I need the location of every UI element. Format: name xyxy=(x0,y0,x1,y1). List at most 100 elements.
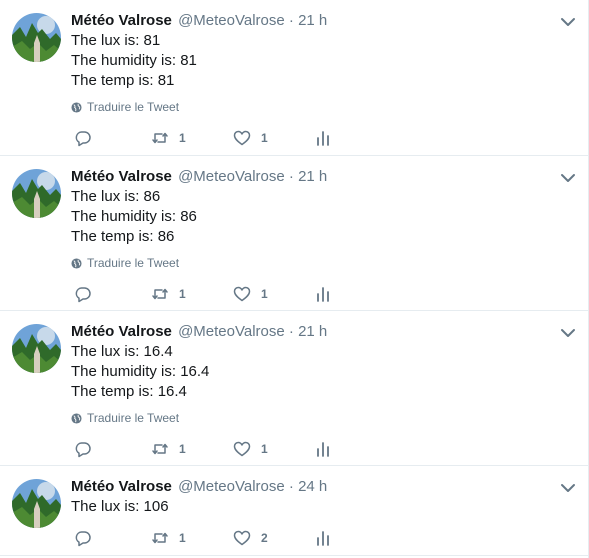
analytics-button[interactable] xyxy=(314,284,332,304)
author-name[interactable]: Météo Valrose xyxy=(71,12,172,29)
timestamp[interactable]: 21 h xyxy=(298,323,327,340)
like-button[interactable]: 2 xyxy=(233,528,268,548)
heart-icon xyxy=(233,130,251,146)
tweet-text-line: The humidity is: 86 xyxy=(71,208,197,225)
tweet[interactable]: Météo Valrose @MeteoValrose · 21 h The l… xyxy=(0,0,588,156)
chevron-down-icon[interactable] xyxy=(560,327,576,339)
tweet-text-line: The temp is: 16.4 xyxy=(71,383,187,400)
tweet[interactable]: Météo Valrose @MeteoValrose · 21 h The l… xyxy=(0,311,588,466)
analytics-button[interactable] xyxy=(314,528,332,548)
reply-icon xyxy=(75,131,91,147)
reply-icon xyxy=(75,287,91,303)
translate-label: Traduire le Tweet xyxy=(87,100,180,114)
retweet-button[interactable]: 1 xyxy=(151,128,186,148)
retweet-icon xyxy=(152,132,168,144)
analytics-button[interactable] xyxy=(314,128,332,148)
retweet-button[interactable]: 1 xyxy=(151,439,186,459)
avatar[interactable] xyxy=(12,324,61,373)
author-name[interactable]: Météo Valrose xyxy=(71,478,172,495)
reply-icon xyxy=(75,442,91,458)
tweet-text-line: The temp is: 86 xyxy=(71,228,175,245)
chevron-down-icon[interactable] xyxy=(560,172,576,184)
like-count: 1 xyxy=(261,287,268,301)
reply-button[interactable] xyxy=(74,439,92,459)
retweet-count: 1 xyxy=(179,287,186,301)
tweet-text: The lux is: 106 xyxy=(71,497,169,517)
reply-icon xyxy=(75,531,91,547)
chevron-down-icon[interactable] xyxy=(560,16,576,28)
tweet[interactable]: Météo Valrose @MeteoValrose · 21 h The l… xyxy=(0,156,588,311)
analytics-icon xyxy=(317,131,329,146)
author-handle[interactable]: @MeteoValrose xyxy=(178,168,285,185)
author-handle[interactable]: @MeteoValrose xyxy=(178,12,285,29)
avatar-image xyxy=(12,169,61,218)
tweet-text-line: The lux is: 106 xyxy=(71,498,169,515)
retweet-count: 1 xyxy=(179,131,186,145)
timestamp[interactable]: 24 h xyxy=(298,478,327,495)
translate-tweet-link[interactable]: Traduire le Tweet xyxy=(71,99,179,115)
like-count: 1 xyxy=(261,442,268,456)
tweet-header: Météo Valrose @MeteoValrose · 24 h xyxy=(71,477,327,497)
translate-tweet-link[interactable]: Traduire le Tweet xyxy=(71,410,179,426)
avatar-image xyxy=(12,13,61,62)
reply-button[interactable] xyxy=(74,528,92,548)
separator: · xyxy=(288,323,294,340)
author-handle[interactable]: @MeteoValrose xyxy=(178,478,285,495)
retweet-count: 1 xyxy=(179,442,186,456)
tweet-text-line: The humidity is: 16.4 xyxy=(71,363,210,380)
globe-icon xyxy=(71,101,82,113)
like-button[interactable]: 1 xyxy=(233,128,268,148)
tweet-actions: 1 2 xyxy=(71,528,351,548)
tweet-text-line: The lux is: 86 xyxy=(71,188,161,205)
tweet-actions: 1 1 xyxy=(71,439,351,459)
heart-icon xyxy=(233,530,251,546)
tweet-header: Météo Valrose @MeteoValrose · 21 h xyxy=(71,322,327,342)
retweet-icon xyxy=(152,532,168,544)
timestamp[interactable]: 21 h xyxy=(298,12,327,29)
globe-icon xyxy=(71,257,82,269)
author-name[interactable]: Météo Valrose xyxy=(71,323,172,340)
tweet-feed: Météo Valrose @MeteoValrose · 21 h The l… xyxy=(0,0,589,558)
author-name[interactable]: Météo Valrose xyxy=(71,168,172,185)
avatar-image xyxy=(12,324,61,373)
chevron-down-icon[interactable] xyxy=(560,482,576,494)
tweet-text: The lux is: 81 The humidity is: 81 The t… xyxy=(71,31,197,91)
translate-label: Traduire le Tweet xyxy=(87,256,180,270)
analytics-button[interactable] xyxy=(314,439,332,459)
avatar-image xyxy=(12,479,61,528)
retweet-button[interactable]: 1 xyxy=(151,528,186,548)
retweet-icon xyxy=(152,443,168,455)
retweet-icon xyxy=(152,288,168,300)
tweet-header: Météo Valrose @MeteoValrose · 21 h xyxy=(71,11,327,31)
translate-label: Traduire le Tweet xyxy=(87,411,180,425)
author-handle[interactable]: @MeteoValrose xyxy=(178,323,285,340)
analytics-icon xyxy=(317,442,329,457)
tweet-header: Météo Valrose @MeteoValrose · 21 h xyxy=(71,167,327,187)
tweet-text: The lux is: 16.4 The humidity is: 16.4 T… xyxy=(71,342,209,402)
globe-icon xyxy=(71,412,82,424)
tweet[interactable]: Météo Valrose @MeteoValrose · 24 h The l… xyxy=(0,466,588,556)
timestamp[interactable]: 21 h xyxy=(298,168,327,185)
tweet-text: The lux is: 86 The humidity is: 86 The t… xyxy=(71,187,197,247)
separator: · xyxy=(288,478,294,495)
like-button[interactable]: 1 xyxy=(233,439,268,459)
reply-button[interactable] xyxy=(74,128,92,148)
translate-tweet-link[interactable]: Traduire le Tweet xyxy=(71,255,179,271)
tweet-text-line: The temp is: 81 xyxy=(71,72,175,89)
heart-icon xyxy=(233,441,251,457)
reply-button[interactable] xyxy=(74,284,92,304)
tweet-text-line: The lux is: 81 xyxy=(71,32,161,49)
tweet-text-line: The lux is: 16.4 xyxy=(71,343,173,360)
tweet-actions: 1 1 xyxy=(71,128,351,148)
separator: · xyxy=(288,12,294,29)
retweet-button[interactable]: 1 xyxy=(151,284,186,304)
like-button[interactable]: 1 xyxy=(233,284,268,304)
heart-icon xyxy=(233,286,251,302)
like-count: 2 xyxy=(261,531,268,545)
analytics-icon xyxy=(317,287,329,302)
avatar[interactable] xyxy=(12,169,61,218)
like-count: 1 xyxy=(261,131,268,145)
avatar[interactable] xyxy=(12,13,61,62)
tweet-text-line: The humidity is: 81 xyxy=(71,52,197,69)
avatar[interactable] xyxy=(12,479,61,528)
